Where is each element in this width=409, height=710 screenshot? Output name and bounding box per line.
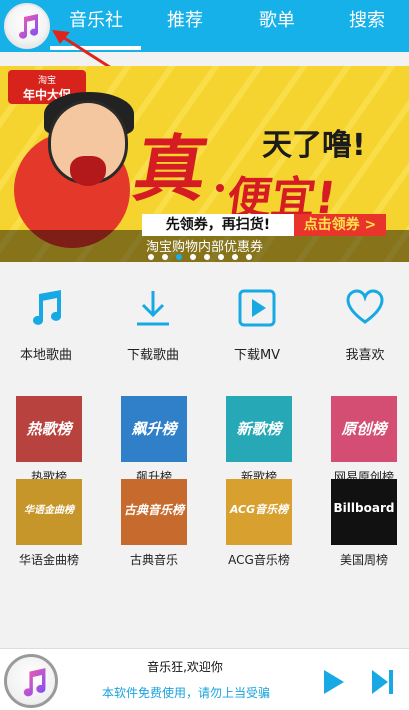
downloaded-songs-label: 下载歌曲 (126, 348, 179, 363)
promo-banner[interactable]: 淘宝 年中大促 真 天了噜! 便宜! 先领券，再扫货! 点击领券 > 淘宝购物内… (0, 66, 409, 262)
banner-headline-top: 天了噜! (262, 128, 366, 163)
chart-new-songs[interactable]: 新歌榜 新歌榜 (226, 396, 292, 485)
music-note-icon (33, 290, 62, 325)
tab-recommend[interactable]: 推荐 (145, 0, 225, 52)
chart-cover: 古典音乐榜 (121, 479, 187, 545)
carousel-dot[interactable] (190, 254, 196, 260)
carousel-dot[interactable] (246, 254, 252, 260)
local-songs-label: 本地歌曲 (19, 348, 72, 363)
chart-cover: ACG音乐榜 (226, 479, 292, 545)
downloaded-songs-button[interactable]: 下载歌曲 (103, 288, 203, 363)
banner-slogan: 先领券，再扫货! (142, 214, 294, 236)
heart-icon (346, 289, 384, 324)
carousel-dot-active[interactable] (176, 254, 182, 260)
chart-cover: 飙升榜 (121, 396, 187, 462)
chart-classical[interactable]: 古典音乐榜 古典音乐 (121, 479, 187, 568)
chart-cover-text: ACG音乐榜 (229, 503, 289, 516)
chart-cover: 热歌榜 (16, 396, 82, 462)
favorites-label: 我喜欢 (345, 348, 385, 363)
downloaded-mv-label: 下载MV (233, 348, 281, 363)
carousel-dot[interactable] (204, 254, 210, 260)
carousel-dot[interactable] (148, 254, 154, 260)
downloaded-mv-button[interactable]: 下载MV (207, 288, 307, 363)
chart-label: 华语金曲榜 (18, 553, 79, 567)
chart-cover-text: 华语金曲榜 (24, 505, 74, 516)
player-album-art[interactable] (4, 654, 58, 708)
banner-caption: 淘宝购物内部优惠券 (146, 240, 264, 255)
chart-cover: 华语金曲榜 (16, 479, 82, 545)
skip-next-icon[interactable] (370, 668, 396, 696)
chart-us-weekly[interactable]: Billboard 美国周榜 (331, 479, 397, 568)
chart-acg[interactable]: ACG音乐榜 ACG音乐榜 (226, 479, 292, 568)
carousel-dot[interactable] (232, 254, 238, 260)
chart-cover-text: Billboard (333, 501, 395, 515)
music-note-icon (19, 14, 39, 39)
chart-netease-original[interactable]: 原创榜 网易原创榜 (331, 396, 397, 485)
chart-cover-text: 原创榜 (341, 420, 387, 438)
chart-label: ACG音乐榜 (228, 553, 290, 567)
chart-label: 古典音乐 (129, 553, 178, 567)
carousel-indicator (148, 254, 268, 262)
banner-dot (216, 184, 224, 192)
favorites-button[interactable]: 我喜欢 (315, 288, 409, 363)
chart-cover-text: 飙升榜 (131, 420, 177, 438)
play-icon[interactable] (322, 668, 346, 696)
player-subtitle: 本软件免费使用，请勿上当受骗 (101, 686, 270, 700)
chart-cover: Billboard (331, 479, 397, 545)
chart-rising[interactable]: 飙升榜 飙升榜 (121, 396, 187, 485)
play-box-icon (238, 289, 276, 327)
download-icon (137, 291, 169, 326)
music-note-icon (23, 668, 46, 697)
local-songs-button[interactable]: 本地歌曲 (0, 288, 96, 363)
banner-cta-button[interactable]: 点击领券 > (294, 214, 386, 236)
chart-hot-songs[interactable]: 热歌榜 热歌榜 (16, 396, 82, 485)
carousel-dot[interactable] (218, 254, 224, 260)
chart-cover-text: 热歌榜 (26, 420, 72, 438)
chart-label: 美国周榜 (339, 553, 388, 567)
chart-cover: 新歌榜 (226, 396, 292, 462)
chart-chinese-golden[interactable]: 华语金曲榜 华语金曲榜 (16, 479, 82, 568)
player-title: 音乐狂,欢迎你 (147, 660, 223, 674)
tab-search[interactable]: 搜索 (327, 0, 407, 52)
carousel-dot[interactable] (162, 254, 168, 260)
chart-cover-text: 新歌榜 (236, 420, 282, 438)
chart-cover: 原创榜 (331, 396, 397, 462)
app-logo-button[interactable] (4, 3, 50, 49)
chart-cover-text: 古典音乐榜 (123, 503, 184, 517)
cartoon-mouth (70, 156, 106, 186)
tab-playlist[interactable]: 歌单 (237, 0, 317, 52)
badge-top-text: 淘宝 (37, 76, 56, 86)
